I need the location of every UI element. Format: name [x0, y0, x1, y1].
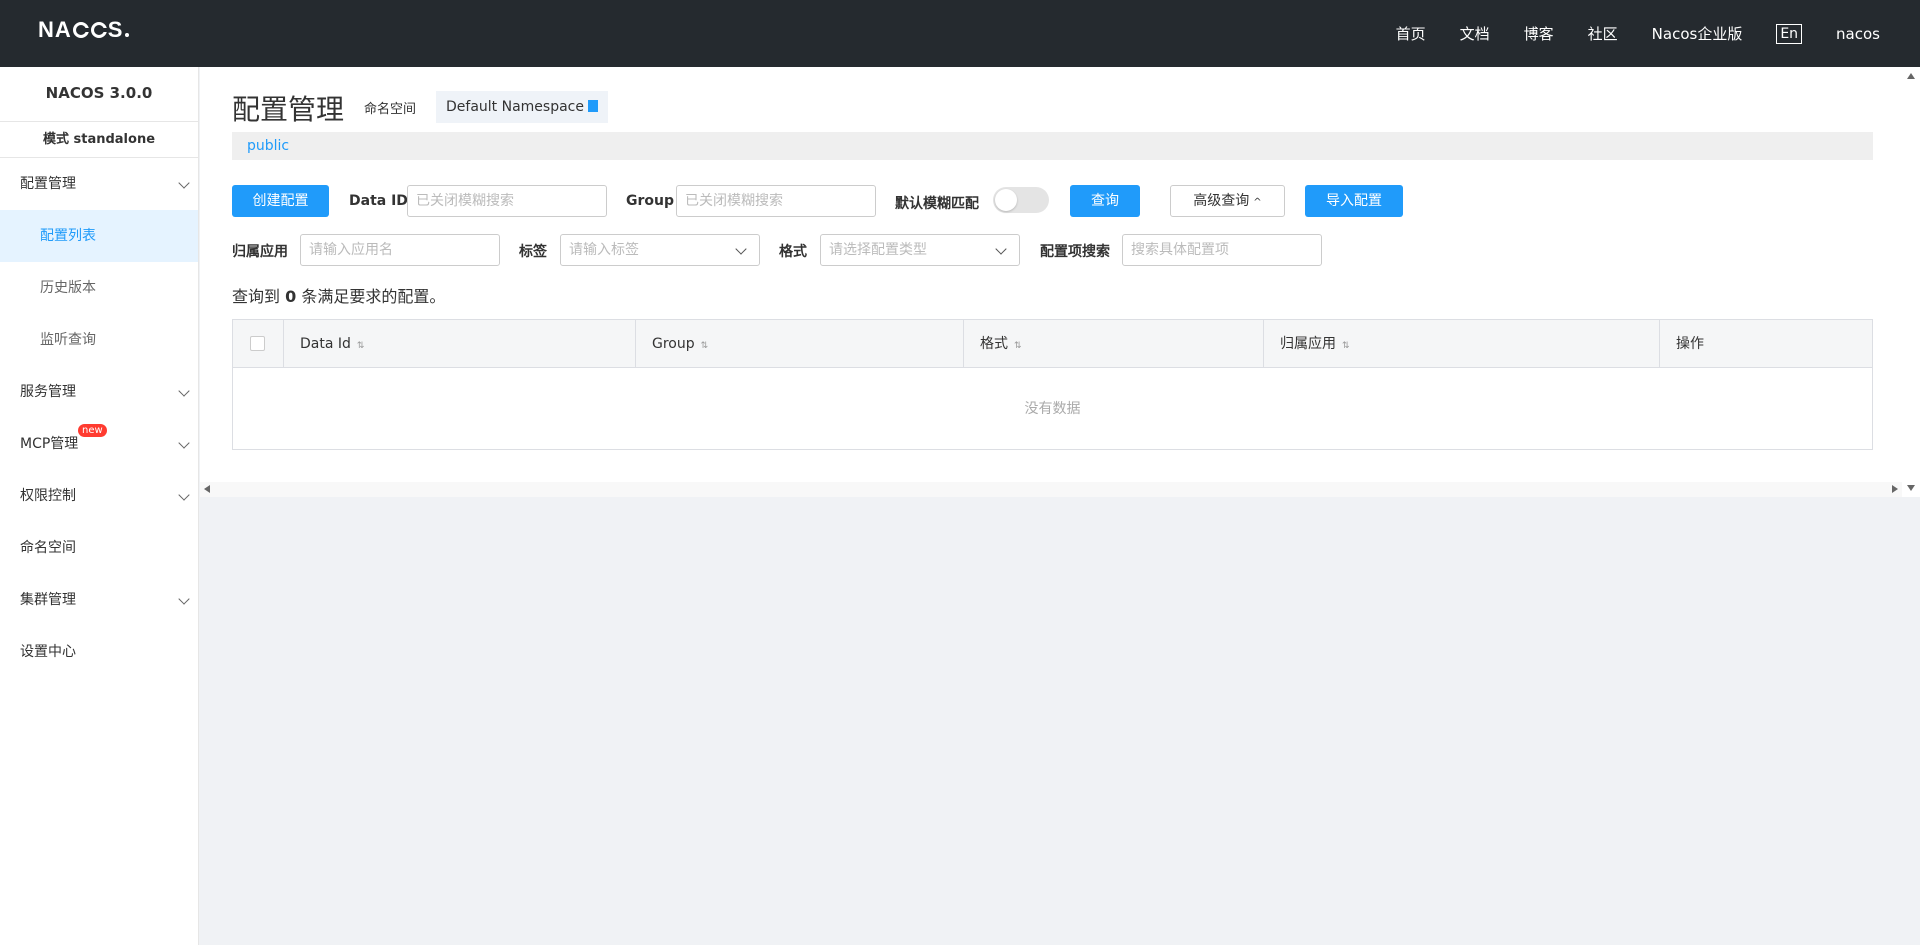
namespace-label: 命名空间 — [364, 102, 417, 117]
language-switch[interactable]: En — [1776, 23, 1803, 44]
format-label: 格式 — [779, 244, 807, 260]
result-suffix: 条满足要求的配置。 — [301, 287, 446, 306]
sidebar-item-label: 权限控制 — [20, 488, 76, 504]
sidebar-item-auth[interactable]: 权限控制 — [0, 470, 198, 522]
sidebar-item-listener[interactable]: 监听查询 — [0, 314, 198, 366]
group-input[interactable] — [676, 185, 876, 217]
app-label: 归属应用 — [232, 244, 288, 260]
chevron-down-icon — [735, 243, 747, 255]
tag-placeholder: 请输入标签 — [569, 242, 639, 258]
advanced-search-label: 高级查询 — [1193, 193, 1250, 209]
sort-icon[interactable]: ⇅ — [701, 341, 709, 351]
nav-community[interactable]: 社区 — [1588, 23, 1618, 44]
sidebar-item-settings[interactable]: 设置中心 — [0, 626, 198, 678]
sidebar-item-history[interactable]: 历史版本 — [0, 262, 198, 314]
nav-home[interactable]: 首页 — [1396, 23, 1426, 44]
sidebar-item-label: 集群管理 — [20, 592, 76, 608]
scroll-left-icon[interactable] — [204, 485, 210, 493]
user-menu[interactable]: nacos — [1836, 25, 1880, 43]
column-label: 格式 — [980, 336, 1008, 352]
config-item-search-label: 配置项搜索 — [1040, 244, 1110, 260]
column-header-actions: 操作 — [1659, 320, 1873, 368]
dataid-label: Data ID — [349, 193, 408, 209]
sidebar-item-label: 设置中心 — [20, 644, 76, 660]
chevron-down-icon — [178, 385, 190, 397]
sidebar-item-label: MCP管理 — [20, 436, 79, 452]
tag-label: 标签 — [519, 244, 547, 260]
page-title: 配置管理 — [232, 93, 345, 126]
config-table: Data Id ⇅ Group ⇅ 格式 ⇅ 归属应用 ⇅ 操作 没有数据 — [232, 319, 1873, 450]
top-nav: 首页 文档 博客 社区 Nacos企业版 En nacos — [1396, 0, 1920, 67]
vertical-scrollbar[interactable] — [1902, 67, 1920, 497]
column-label: Data Id — [300, 336, 351, 352]
column-header-app[interactable]: 归属应用 ⇅ — [1263, 320, 1659, 368]
nacos-logo[interactable]: NA S — [38, 17, 130, 43]
namespace-tab-public[interactable]: public — [232, 132, 289, 160]
column-label: 操作 — [1676, 336, 1704, 352]
column-label: Group — [652, 336, 695, 352]
new-badge: new — [78, 424, 107, 437]
mode-label: 模式 standalone — [0, 122, 198, 158]
sidebar-item-label: 命名空间 — [20, 540, 76, 556]
empty-state: 没有数据 — [1024, 401, 1081, 417]
dataid-input[interactable] — [407, 185, 607, 217]
chevron-down-icon — [178, 177, 190, 189]
result-summary: 查询到 0 条满足要求的配置。 — [232, 283, 445, 307]
sidebar-item-label: 服务管理 — [20, 384, 76, 400]
fuzzy-match-toggle[interactable] — [993, 187, 1049, 213]
group-label: Group — [626, 193, 675, 209]
config-item-search-input[interactable] — [1122, 234, 1322, 266]
scroll-up-icon[interactable] — [1907, 73, 1915, 79]
sidebar-item-cluster[interactable]: 集群管理 — [0, 574, 198, 626]
table-header: Data Id ⇅ Group ⇅ 格式 ⇅ 归属应用 ⇅ 操作 — [233, 320, 1872, 368]
chevron-down-icon — [995, 243, 1007, 255]
namespace-bar: public — [232, 132, 1873, 160]
app-input[interactable] — [300, 234, 500, 266]
sidebar-item-label: 配置管理 — [20, 176, 76, 192]
column-header-dataid[interactable]: Data Id ⇅ — [283, 320, 635, 368]
chevron-down-icon — [178, 437, 190, 449]
column-header-group[interactable]: Group ⇅ — [635, 320, 963, 368]
horizontal-scrollbar[interactable] — [200, 482, 1902, 497]
nav-docs[interactable]: 文档 — [1460, 23, 1490, 44]
select-all-checkbox[interactable] — [250, 336, 265, 351]
advanced-search-button[interactable]: 高级查询 ^ — [1170, 185, 1285, 217]
fuzzy-match-label: 默认模糊匹配 — [895, 196, 979, 212]
chevron-down-icon — [178, 593, 190, 605]
nav-blog[interactable]: 博客 — [1524, 23, 1554, 44]
sidebar-item-config-mgmt[interactable]: 配置管理 — [0, 158, 198, 210]
sort-icon[interactable]: ⇅ — [357, 341, 365, 351]
format-select[interactable]: 请选择配置类型 — [820, 234, 1020, 266]
sidebar-item-namespace[interactable]: 命名空间 — [0, 522, 198, 574]
column-label: 归属应用 — [1280, 336, 1336, 352]
top-header: NA S 首页 文档 博客 社区 Nacos企业版 En nacos — [0, 0, 1920, 67]
nav-enterprise[interactable]: Nacos企业版 — [1652, 23, 1743, 44]
sidebar-item-label: 配置列表 — [40, 228, 96, 244]
result-prefix: 查询到 — [232, 287, 281, 306]
copy-icon[interactable] — [587, 100, 598, 112]
namespace-value: Default Namespace — [446, 99, 584, 115]
version-label: NACOS 3.0.0 — [0, 67, 198, 122]
chevron-up-icon: ^ — [1253, 197, 1262, 208]
sidebar-item-label: 历史版本 — [40, 280, 96, 296]
sort-icon[interactable]: ⇅ — [1342, 341, 1350, 351]
sidebar-item-label: 监听查询 — [40, 332, 96, 348]
sidebar: NACOS 3.0.0 模式 standalone 配置管理 配置列表 历史版本… — [0, 67, 199, 945]
sidebar-item-service-mgmt[interactable]: 服务管理 — [0, 366, 198, 418]
import-config-button[interactable]: 导入配置 — [1305, 185, 1403, 217]
tag-select[interactable]: 请输入标签 — [560, 234, 760, 266]
format-placeholder: 请选择配置类型 — [829, 242, 927, 258]
result-count: 0 — [285, 287, 297, 306]
scroll-right-icon[interactable] — [1892, 485, 1898, 493]
chevron-down-icon — [178, 489, 190, 501]
sidebar-item-mcp[interactable]: MCP管理 new — [0, 418, 198, 470]
column-header-format[interactable]: 格式 ⇅ — [963, 320, 1263, 368]
scroll-down-icon[interactable] — [1907, 485, 1915, 491]
sidebar-item-config-list[interactable]: 配置列表 — [0, 210, 198, 262]
namespace-chip: Default Namespace — [436, 91, 608, 123]
create-config-button[interactable]: 创建配置 — [232, 185, 329, 217]
sort-icon[interactable]: ⇅ — [1014, 341, 1022, 351]
search-button[interactable]: 查询 — [1070, 185, 1140, 217]
